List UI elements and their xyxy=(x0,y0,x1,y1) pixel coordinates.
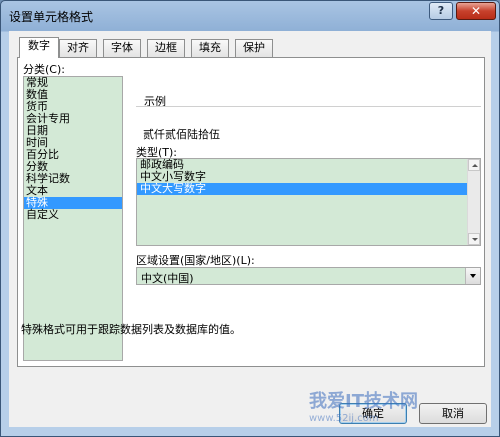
tab-border[interactable]: 边框 xyxy=(147,39,185,57)
sample-value: 贰仟贰佰陆拾伍 xyxy=(143,128,220,141)
sample-group-divider xyxy=(136,106,481,107)
type-listbox[interactable]: 邮政编码 中文小写数字 中文大写数字 xyxy=(136,158,481,246)
close-button[interactable]: ✕ xyxy=(456,2,496,20)
chevron-down-icon xyxy=(470,274,476,278)
scroll-up-button[interactable] xyxy=(468,159,480,171)
category-listbox[interactable]: 常规 数值 货币 会计专用 日期 时间 百分比 分数 科学记数 文本 特殊 自定… xyxy=(23,76,123,361)
list-item[interactable]: 自定义 xyxy=(24,209,122,221)
tab-protection[interactable]: 保护 xyxy=(235,39,273,57)
title-bar[interactable]: 设置单元格格式 ? ✕ xyxy=(1,1,499,31)
tab-fill[interactable]: 填充 xyxy=(191,39,229,57)
dialog-title: 设置单元格格式 xyxy=(9,10,94,24)
cancel-button[interactable]: 取消 xyxy=(419,403,487,424)
locale-selected-value: 中文(中国) xyxy=(141,272,194,285)
site-watermark: 我爱IT技术网 www.52ij.com xyxy=(309,387,418,424)
tab-font[interactable]: 字体 xyxy=(103,39,141,57)
tab-alignment[interactable]: 对齐 xyxy=(59,39,97,57)
watermark-url: www.52ij.com xyxy=(309,413,379,424)
dialog-window: 设置单元格格式 ? ✕ 数字 对齐 字体 边框 填充 保护 分类(C): 常规 … xyxy=(0,0,500,437)
help-button[interactable]: ? xyxy=(429,2,453,20)
list-item-selected[interactable]: 中文大写数字 xyxy=(137,183,468,195)
format-description: 特殊格式可用于跟踪数据列表及数据库的值。 xyxy=(21,323,241,336)
locale-select[interactable]: 中文(中国) xyxy=(136,267,481,285)
arrow-up-icon xyxy=(472,164,478,167)
type-listbox-scrollbar[interactable] xyxy=(467,159,480,245)
scroll-down-button[interactable] xyxy=(468,233,480,245)
arrow-down-icon xyxy=(472,238,478,241)
tab-number[interactable]: 数字 xyxy=(19,37,59,58)
watermark-text: 我爱IT技术网 xyxy=(309,391,418,412)
category-label: 分类(C): xyxy=(23,63,65,76)
locale-label: 区域设置(国家/地区)(L): xyxy=(136,254,255,267)
dialog-client-area: 数字 对齐 字体 边框 填充 保护 分类(C): 常规 数值 货币 会计专用 日… xyxy=(9,31,491,427)
locale-dropdown-button[interactable] xyxy=(465,268,480,284)
